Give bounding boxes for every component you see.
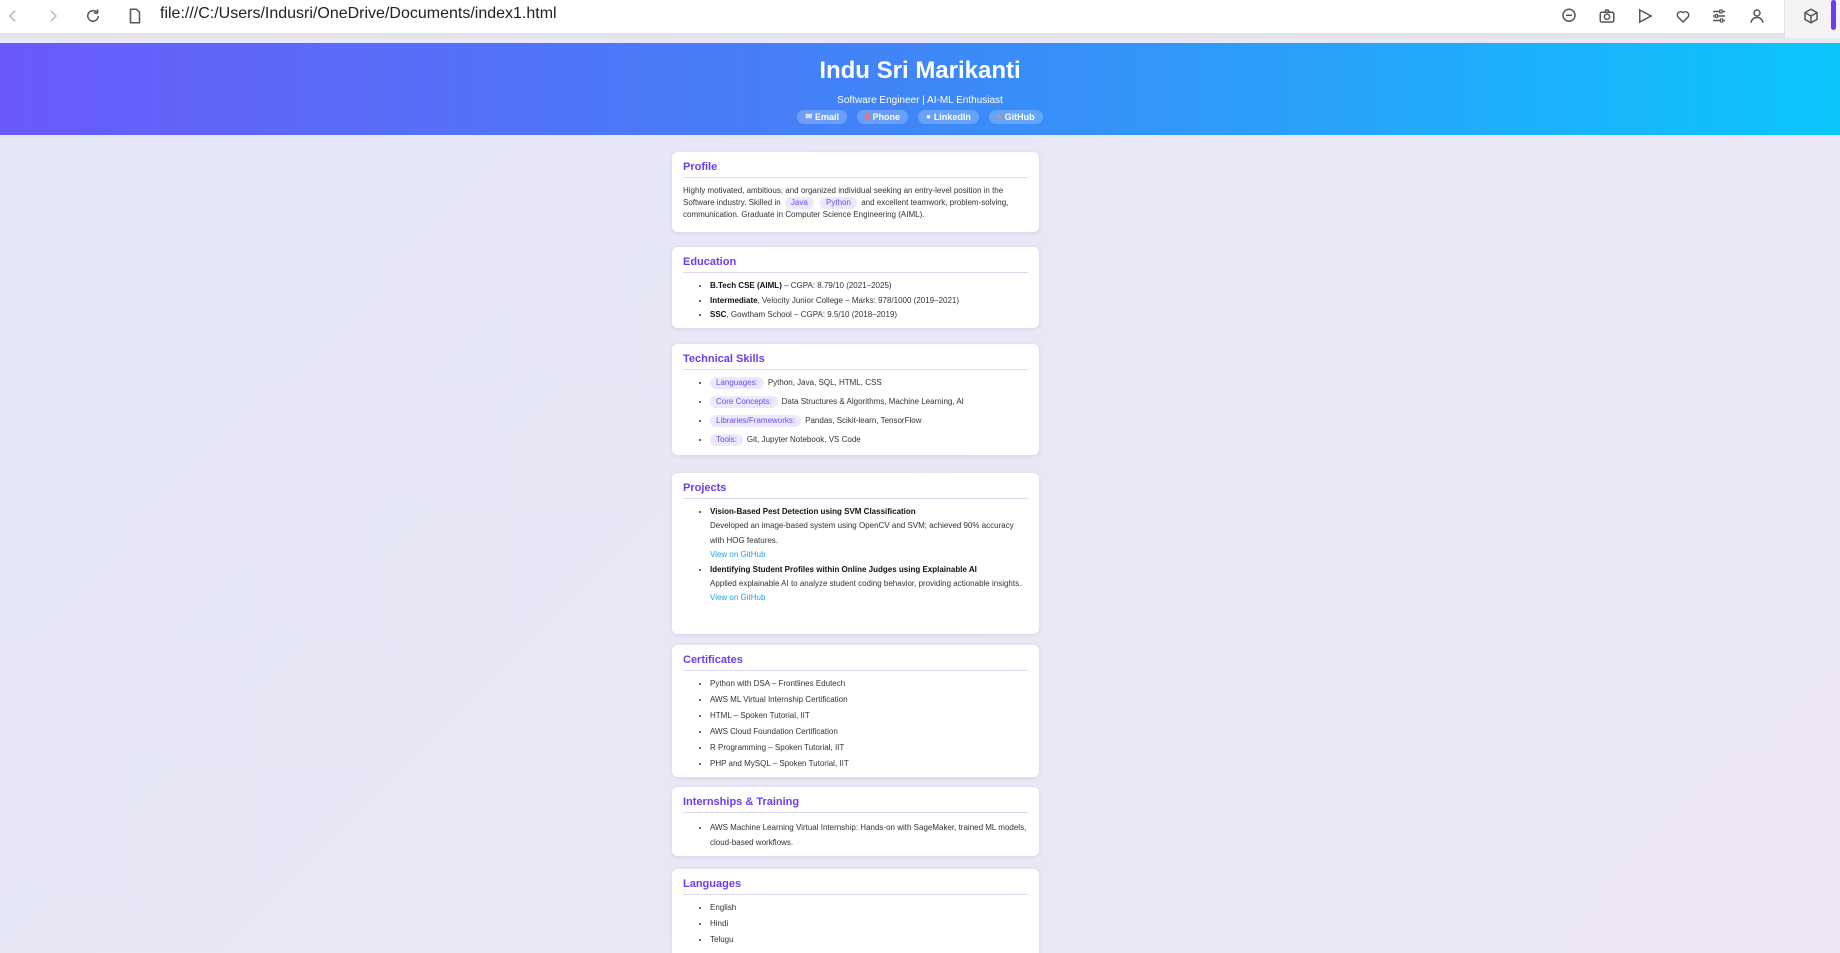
list-item: R Programming – Spoken Tutorial, IIT <box>710 742 1028 754</box>
contact-links: ✉ Email ▮ Phone ● LinkedIn ● GitHub <box>0 110 1840 124</box>
reload-button[interactable] <box>80 3 106 29</box>
profile-button[interactable] <box>1744 3 1770 29</box>
skill-label: Libraries/Frameworks: <box>710 415 802 427</box>
list-item: Python with DSA – Frontlines Edutech <box>710 678 1028 690</box>
section-title: Education <box>683 256 1028 273</box>
heart-icon <box>1676 10 1690 24</box>
settings-button[interactable] <box>1706 3 1732 29</box>
tagline: Software Engineer | AI-ML Enthusiast <box>837 95 1003 106</box>
chat-icon <box>1562 8 1576 22</box>
list-item: SSC, Gowtham School – CGPA: 9.5/10 (2018… <box>710 309 1028 321</box>
chevron-left-icon <box>8 10 16 22</box>
browser-toolbar: file:///C:/Users/Indusri/OneDrive/Docume… <box>0 0 1840 38</box>
address-bar[interactable]: file:///C:/Users/Indusri/OneDrive/Docume… <box>160 4 557 24</box>
section-title: Projects <box>683 482 1028 499</box>
projects-card: Projects Vision-Based Pest Detection usi… <box>672 473 1039 634</box>
page-info-button[interactable] <box>122 3 148 29</box>
skill-label: Languages: <box>710 377 764 389</box>
email-link[interactable]: ✉ Email <box>797 110 848 124</box>
reload-icon <box>87 9 99 22</box>
list-item: AWS Cloud Foundation Certification <box>710 726 1028 738</box>
favorite-button[interactable] <box>1670 3 1696 29</box>
extensions-area <box>1784 0 1840 38</box>
list-item: B.Tech CSE (AIML) – CGPA: 8.79/10 (2021–… <box>710 280 1028 292</box>
skill-chip: Java <box>784 197 814 209</box>
skill-label: Tools: <box>710 434 743 446</box>
send-icon <box>1639 8 1653 24</box>
list-item: HTML – Spoken Tutorial, IIT <box>710 710 1028 722</box>
list-item: Hindi <box>710 918 1028 930</box>
scroll-indicator <box>1831 0 1836 30</box>
resume-page: Indu Sri Marikanti Software Engineer | A… <box>0 43 1840 953</box>
profile-text: Highly motivated, ambitious, and organiz… <box>683 186 1009 219</box>
github-link[interactable]: ● GitHub <box>988 110 1043 124</box>
section-title: Internships & Training <box>683 796 1028 813</box>
internships-card: Internships & Training AWS Machine Learn… <box>672 787 1039 856</box>
list-item: Core Concepts:Data Structures & Algorith… <box>710 396 1028 408</box>
chevron-right-icon <box>50 10 58 22</box>
section-title: Languages <box>683 878 1028 895</box>
github-project-link[interactable]: View on GitHub <box>710 548 1028 561</box>
send-button[interactable] <box>1632 3 1658 29</box>
languages-card: Languages English Hindi Telugu <box>672 869 1039 953</box>
project-name: Identifying Student Profiles within Onli… <box>710 565 977 574</box>
project-description: Developed an image-based system using Op… <box>710 521 1014 545</box>
list-item: Tools:Git, Jupyter Notebook, VS Code <box>710 434 1028 446</box>
sliders-icon <box>1713 9 1725 23</box>
list-item: AWS Machine Learning Virtual Internship:… <box>710 820 1028 850</box>
github-project-link[interactable]: View on GitHub <box>710 591 1028 604</box>
phone-icon: ▮ <box>865 112 870 121</box>
list-item: PHP and MySQL – Spoken Tutorial, IIT <box>710 758 1028 770</box>
camera-icon <box>1599 9 1615 23</box>
project-description: Applied explainable AI to analyze studen… <box>710 579 1022 588</box>
list-item: Telugu <box>710 934 1028 946</box>
extensions-button[interactable] <box>1798 3 1824 29</box>
user-icon <box>1750 9 1764 23</box>
list-item: Identifying Student Profiles within Onli… <box>710 564 1028 604</box>
education-card: Education B.Tech CSE (AIML) – CGPA: 8.79… <box>672 247 1039 328</box>
skill-chip: Python <box>820 197 857 209</box>
certificates-card: Certificates Python with DSA – Frontline… <box>672 645 1039 777</box>
cube-icon <box>1804 8 1818 24</box>
section-title: Technical Skills <box>683 353 1028 370</box>
forward-button[interactable] <box>40 3 66 29</box>
header-banner: Indu Sri Marikanti Software Engineer | A… <box>0 43 1840 135</box>
list-item: Languages:Python, Java, SQL, HTML, CSS <box>710 377 1028 389</box>
file-icon <box>129 8 141 24</box>
globe-icon: ● <box>925 112 931 121</box>
list-item: Libraries/Frameworks:Pandas, Scikit-lear… <box>710 415 1028 427</box>
list-item: English <box>710 902 1028 914</box>
chat-button[interactable] <box>1556 3 1582 29</box>
phone-link[interactable]: ▮ Phone <box>857 110 908 124</box>
page-title: Indu Sri Marikanti <box>819 57 1021 84</box>
skill-label: Core Concepts: <box>710 396 778 408</box>
email-icon: ✉ <box>805 112 813 121</box>
back-button[interactable] <box>0 3 26 29</box>
section-title: Certificates <box>683 654 1028 671</box>
linkedin-link[interactable]: ● LinkedIn <box>917 110 979 124</box>
project-name: Vision-Based Pest Detection using SVM Cl… <box>710 507 916 516</box>
skills-card: Technical Skills Languages:Python, Java,… <box>672 344 1039 455</box>
list-item: AWS ML Virtual Internship Certification <box>710 694 1028 706</box>
screenshot-button[interactable] <box>1594 3 1620 29</box>
list-item: Vision-Based Pest Detection using SVM Cl… <box>710 506 1028 561</box>
section-title: Profile <box>683 161 1028 178</box>
profile-card: Profile Highly motivated, ambitious, and… <box>672 152 1039 232</box>
github-icon: ● <box>996 112 1002 121</box>
list-item: Intermediate, Velocity Junior College – … <box>710 295 1028 307</box>
